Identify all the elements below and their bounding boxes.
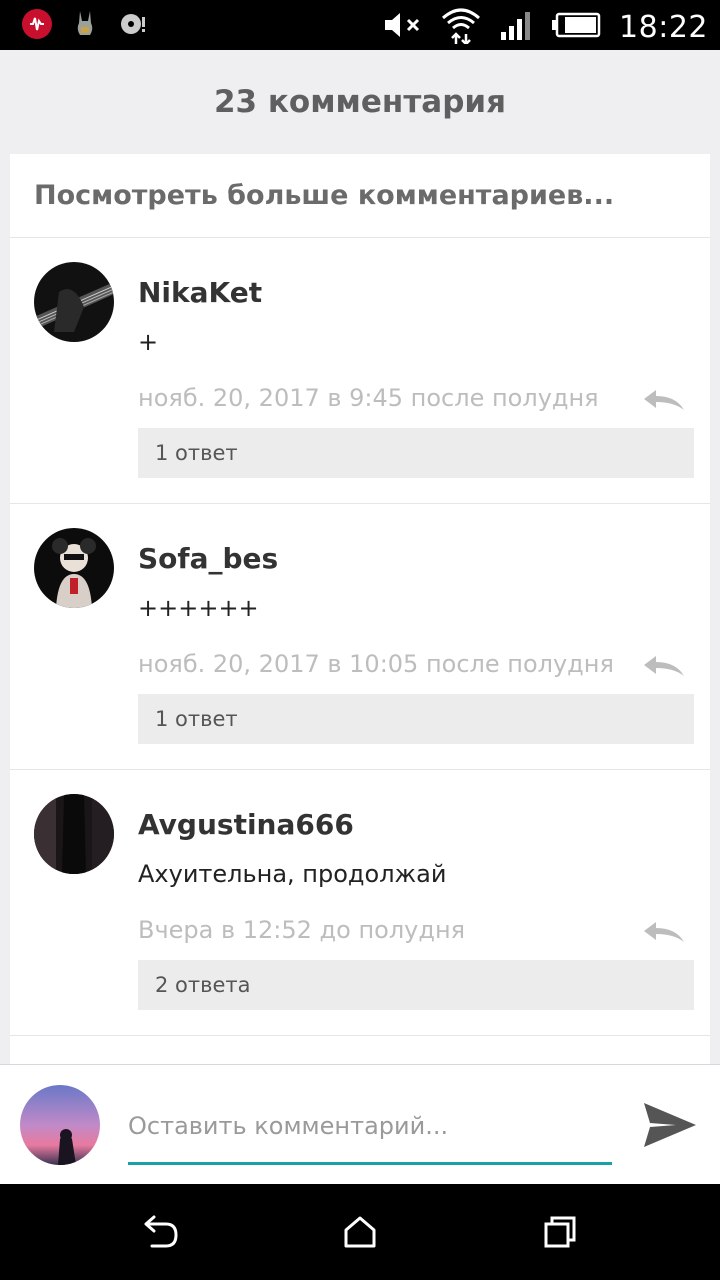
comment-date: нояб. 20, 2017 в 9:45 после полудня: [138, 384, 599, 412]
comment-username[interactable]: Avgustina666: [138, 808, 354, 841]
comment-username[interactable]: Sofa_bes: [138, 542, 278, 575]
comment-text: +: [138, 328, 159, 356]
comment-item: Sofa_bes ++++++ нояб. 20, 2017 в 10:05 п…: [10, 504, 710, 770]
comment-item: Avgustina666 Ахуительна, продолжай Вчера…: [10, 770, 710, 1036]
status-bar: 18:22: [0, 0, 720, 50]
back-button[interactable]: [140, 1214, 180, 1250]
view-more-comments-link[interactable]: Посмотреть больше комментариев...: [10, 154, 710, 238]
rabbit-app-icon: [70, 9, 100, 39]
view-replies-button[interactable]: 1 ответ: [138, 428, 694, 478]
recent-apps-icon: [544, 1216, 576, 1248]
comment-text: ++++++: [138, 594, 259, 622]
comment-input-bar: [0, 1064, 720, 1184]
reply-icon[interactable]: [642, 388, 686, 414]
battery-icon: [551, 11, 601, 43]
avatar[interactable]: [34, 794, 114, 874]
current-user-avatar: [20, 1085, 100, 1165]
recent-apps-button[interactable]: [540, 1214, 580, 1250]
comment-text: Ахуительна, продолжай: [138, 860, 447, 888]
reply-icon[interactable]: [642, 654, 686, 680]
reply-icon[interactable]: [642, 920, 686, 946]
comment-username[interactable]: NikaKet: [138, 276, 262, 309]
home-icon: [344, 1216, 376, 1248]
page-header: 23 комментария: [0, 50, 720, 154]
avatar[interactable]: [34, 528, 114, 608]
system-nav-bar: [0, 1184, 720, 1280]
comment-date: Вчера в 12:52 до полудня: [138, 916, 466, 944]
clock: 18:22: [619, 9, 708, 45]
view-replies-button[interactable]: 1 ответ: [138, 694, 694, 744]
comment-item: NikaKet + нояб. 20, 2017 в 9:45 после по…: [10, 238, 710, 504]
signal-icon: [499, 10, 533, 44]
comment-date: нояб. 20, 2017 в 10:05 после полудня: [138, 650, 614, 678]
comments-list[interactable]: Посмотреть больше комментариев... NikaKe…: [10, 154, 710, 1064]
avatar[interactable]: [34, 262, 114, 342]
send-icon: [644, 1103, 696, 1147]
disc-app-icon: [118, 9, 148, 39]
mute-icon: [383, 10, 423, 44]
music-app-icon: [22, 9, 52, 39]
page-title: 23 комментария: [213, 84, 507, 120]
input-underline: [128, 1162, 612, 1165]
wifi-icon: [441, 6, 481, 48]
home-button[interactable]: [340, 1214, 380, 1250]
back-icon: [144, 1215, 178, 1248]
send-button[interactable]: [640, 1095, 700, 1155]
comment-input[interactable]: [128, 1103, 612, 1149]
view-replies-button[interactable]: 2 ответа: [138, 960, 694, 1010]
comments-screen: 23 комментария Посмотреть больше коммент…: [0, 50, 720, 1184]
